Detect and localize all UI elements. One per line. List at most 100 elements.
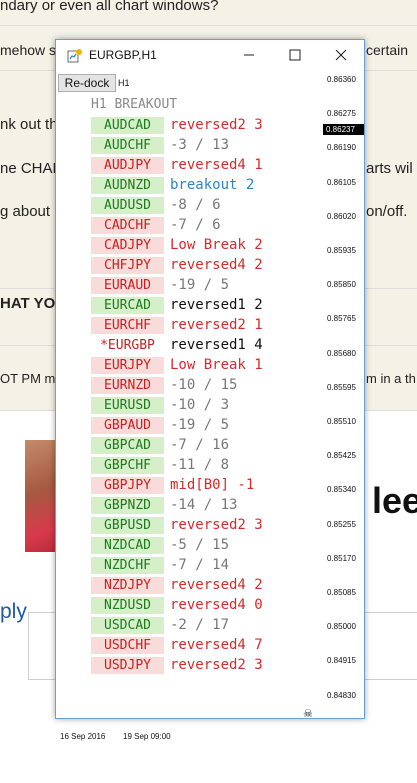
reply-link[interactable]: ply <box>0 600 27 624</box>
symbol-label[interactable]: CADJPY <box>91 237 164 254</box>
post-text: nk out th <box>0 116 58 133</box>
post-text: ndary or even all chart windows? <box>0 0 219 14</box>
post-text: OT PM m <box>0 371 56 386</box>
symbol-label[interactable]: EURUSD <box>91 397 164 414</box>
post-text: certain <box>366 42 409 58</box>
price-tick-label: 0.84915 <box>327 656 356 666</box>
symbol-label[interactable]: AUDCHF <box>91 137 164 154</box>
symbol-label[interactable]: CADCHF <box>91 217 164 234</box>
price-tick-label: 0.86190 <box>327 143 356 153</box>
signal-value: reversed4 1 <box>170 157 263 173</box>
panel-title: H1 BREAKOUT <box>91 97 178 112</box>
window-title: EURGBP,H1 <box>89 48 157 62</box>
chart-window[interactable]: EURGBP,H1 Re-dock H1 H1 BREAKOUT AUDCAD r… <box>55 39 365 741</box>
signal-value: -10 / 15 <box>170 377 238 393</box>
signal-value: -10 / 3 <box>170 397 230 413</box>
signal-value: reversed4 0 <box>170 597 263 613</box>
date-label: 16 Sep 2016 <box>60 732 106 741</box>
symbol-label[interactable]: NZDCHF <box>91 557 164 574</box>
redock-button[interactable]: Re-dock <box>58 74 116 92</box>
symbol-label[interactable]: GBPUSD <box>91 517 164 534</box>
symbol-label[interactable]: CHFJPY <box>91 257 164 274</box>
symbol-label[interactable]: USDJPY <box>91 657 164 674</box>
symbol-label[interactable]: GBPNZD <box>91 497 164 514</box>
window-titlebar[interactable]: EURGBP,H1 <box>56 40 364 70</box>
price-tick-label: 0.85000 <box>327 622 356 632</box>
price-tick-label: 0.85340 <box>327 485 356 495</box>
price-scale[interactable]: 0.86237 0.86360 0.86275 0.86190 0.86105 0.86… <box>315 70 364 718</box>
symbol-label[interactable]: AUDCAD <box>91 117 164 134</box>
minimize-button[interactable] <box>226 40 272 70</box>
symbol-label[interactable]: USDCAD <box>91 617 164 634</box>
price-tick-label: 0.85085 <box>327 588 356 597</box>
symbol-label[interactable]: NZDCAD <box>91 537 164 554</box>
symbol-label[interactable]: EURCHF <box>91 317 164 334</box>
symbol-label[interactable]: *EURGBP <box>91 337 164 354</box>
chart-app-icon <box>67 48 83 64</box>
symbol-label[interactable]: EURCAD <box>91 297 164 314</box>
price-tick-label: 0.84830 <box>327 690 356 700</box>
signal-value: reversed2 1 <box>170 317 263 333</box>
signal-value: -2 / 17 <box>170 617 230 633</box>
symbol-label[interactable]: AUDUSD <box>91 197 164 214</box>
price-tick-label: 0.85170 <box>327 553 356 563</box>
signal-value: Low Break 1 <box>170 357 263 373</box>
price-tick-label: 0.86020 <box>327 211 356 221</box>
signal-value: -8 / 6 <box>170 197 221 213</box>
close-button[interactable] <box>318 40 364 70</box>
signal-value: reversed4 7 <box>170 637 263 653</box>
signal-value: reversed4 2 <box>170 257 263 273</box>
symbol-label[interactable]: GBPCAD <box>91 437 164 454</box>
symbol-label[interactable]: GBPCHF <box>91 457 164 474</box>
symbol-label[interactable]: AUDNZD <box>91 177 164 194</box>
price-tick-label: 0.85850 <box>327 280 356 290</box>
symbol-label[interactable]: GBPAUD <box>91 417 164 434</box>
price-tick-label: 0.85765 <box>327 314 356 324</box>
signal-value: -5 / 15 <box>170 537 230 553</box>
symbol-label[interactable]: NZDJPY <box>91 577 164 594</box>
maximize-button[interactable] <box>272 40 318 70</box>
post-heading-large: lee <box>372 480 417 521</box>
symbol-label[interactable]: USDCHF <box>91 637 164 654</box>
avatar[interactable] <box>25 440 57 552</box>
signal-value: reversed2 3 <box>170 657 263 673</box>
price-tick-label: 0.85680 <box>327 348 356 358</box>
price-tick-label: 0.85510 <box>327 417 356 426</box>
price-tick-label: 0.86105 <box>327 177 356 187</box>
symbol-label[interactable]: EURAUD <box>91 277 164 294</box>
symbol-label[interactable]: EURNZD <box>91 377 164 394</box>
post-text: m in a th <box>366 371 416 386</box>
post-text: g about <box>0 203 51 220</box>
symbol-label[interactable]: NZDUSD <box>91 597 164 614</box>
post-text: arts wil <box>366 160 413 177</box>
symbol-label[interactable]: AUDJPY <box>91 157 164 174</box>
signal-value: reversed1 4 <box>170 337 263 353</box>
timeframe-label: H1 <box>118 78 130 88</box>
signal-value: reversed2 3 <box>170 517 263 533</box>
price-tick-label: 0.85935 <box>327 246 356 255</box>
signal-value: -3 / 13 <box>170 137 230 153</box>
symbol-label[interactable]: EURJPY <box>91 357 164 374</box>
signal-value: -7 / 14 <box>170 557 230 573</box>
signal-value: reversed4 2 <box>170 577 263 593</box>
signal-value: breakout 2 <box>170 177 255 193</box>
signal-value: -7 / 6 <box>170 217 221 233</box>
skull-icon: ☠ <box>303 708 313 720</box>
symbol-label[interactable]: GBPJPY <box>91 477 164 494</box>
signal-value: mid[B0] -1 <box>170 477 255 493</box>
current-price-label: 0.86237 <box>323 124 364 136</box>
signal-value: -19 / 5 <box>170 417 230 433</box>
price-tick-label: 0.86360 <box>327 75 356 84</box>
signal-value: reversed1 2 <box>170 297 263 313</box>
price-tick-label: 0.86275 <box>327 109 356 119</box>
price-tick-label: 0.85255 <box>327 519 356 529</box>
signal-value: reversed2 3 <box>170 117 263 133</box>
signal-value: -11 / 8 <box>170 457 230 473</box>
price-tick-label: 0.85425 <box>327 451 356 461</box>
signal-value: Low Break 2 <box>170 237 263 253</box>
chart-area[interactable]: Re-dock H1 H1 BREAKOUT AUDCAD reversed2 3… <box>56 70 364 741</box>
signal-value: -7 / 16 <box>170 437 230 453</box>
price-tick-label: 0.85595 <box>327 382 356 392</box>
post-text: ne CHAN <box>0 160 64 177</box>
signal-value: -19 / 5 <box>170 277 230 293</box>
